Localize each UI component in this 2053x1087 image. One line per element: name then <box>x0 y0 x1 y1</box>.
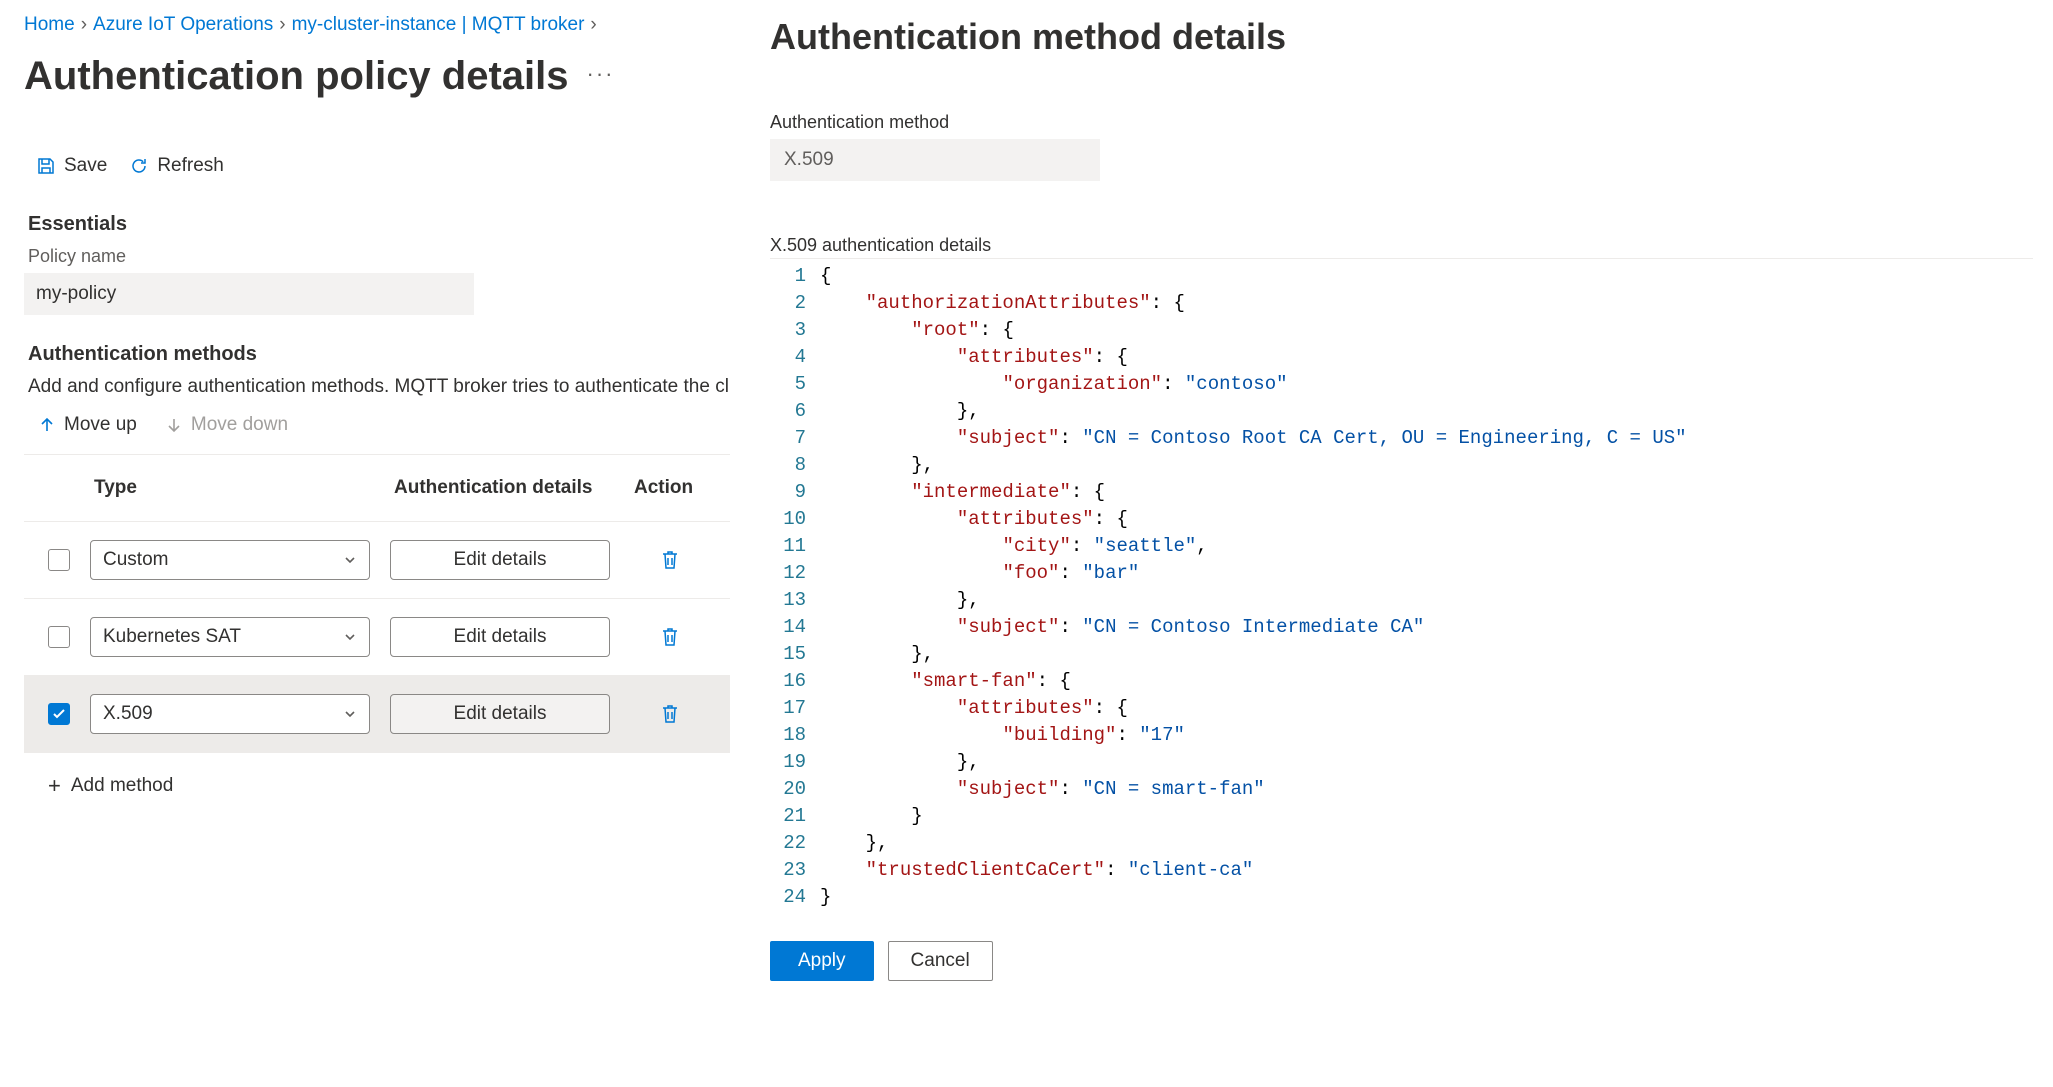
editor-code[interactable]: { "authorizationAttributes": { "root": {… <box>820 259 2033 915</box>
methods-table-body: Custom Edit details Kubernetes SAT Edit det… <box>24 522 730 753</box>
details-label: X.509 authentication details <box>770 235 2033 256</box>
edit-details-button[interactable]: Edit details <box>390 540 610 580</box>
right-pane: Authentication method details Authentica… <box>730 0 2053 1087</box>
essentials-heading: Essentials <box>28 213 730 236</box>
delete-button[interactable] <box>660 626 680 648</box>
row-checkbox[interactable] <box>48 549 70 571</box>
col-action: Action <box>634 477 714 499</box>
table-row[interactable]: Kubernetes SAT Edit details <box>24 599 730 676</box>
type-select[interactable]: Kubernetes SAT <box>90 617 370 657</box>
delete-button[interactable] <box>660 549 680 571</box>
chevron-right-icon: › <box>590 14 596 36</box>
arrow-up-icon <box>38 416 56 434</box>
move-down-button: Move down <box>165 414 288 436</box>
save-label: Save <box>64 155 107 177</box>
chevron-right-icon: › <box>279 14 285 36</box>
breadcrumb-broker[interactable]: my-cluster-instance | MQTT broker <box>292 14 585 36</box>
refresh-label: Refresh <box>157 155 224 177</box>
refresh-icon <box>129 156 149 176</box>
chevron-right-icon: › <box>81 14 87 36</box>
cancel-button[interactable]: Cancel <box>888 941 993 981</box>
methods-table-header: Type Authentication details Action <box>24 455 730 522</box>
type-value: X.509 <box>103 703 153 725</box>
breadcrumb: Home › Azure IoT Operations › my-cluster… <box>24 14 730 36</box>
type-select[interactable]: X.509 <box>90 694 370 734</box>
json-editor[interactable]: 123456789101112131415161718192021222324 … <box>770 258 2033 915</box>
table-row[interactable]: Custom Edit details <box>24 522 730 599</box>
chevron-down-icon <box>343 707 357 721</box>
method-label: Authentication method <box>770 112 2033 133</box>
table-row[interactable]: X.509 Edit details <box>24 676 730 753</box>
row-checkbox[interactable] <box>48 626 70 648</box>
editor-gutter: 123456789101112131415161718192021222324 <box>770 259 820 915</box>
col-type: Type <box>94 477 394 499</box>
chevron-down-icon <box>343 630 357 644</box>
move-down-label: Move down <box>191 414 288 436</box>
apply-button[interactable]: Apply <box>770 941 874 981</box>
plus-icon: + <box>48 773 61 799</box>
add-method-button[interactable]: + Add method <box>24 753 730 799</box>
command-bar: Save Refresh <box>24 145 730 193</box>
left-pane: Home › Azure IoT Operations › my-cluster… <box>0 0 730 1087</box>
more-icon[interactable]: ··· <box>587 61 615 93</box>
edit-details-button[interactable]: Edit details <box>390 694 610 734</box>
refresh-button[interactable]: Refresh <box>129 155 224 177</box>
save-button[interactable]: Save <box>36 155 107 177</box>
method-value: X.509 <box>770 139 1100 181</box>
reorder-toolbar: Move up Move down <box>24 400 730 455</box>
move-up-label: Move up <box>64 414 137 436</box>
type-value: Kubernetes SAT <box>103 626 241 648</box>
policy-name-label: Policy name <box>28 246 730 267</box>
page-title: Authentication policy details <box>24 54 569 99</box>
arrow-down-icon <box>165 416 183 434</box>
type-value: Custom <box>103 549 168 571</box>
add-method-label: Add method <box>71 775 173 797</box>
delete-button[interactable] <box>660 703 680 725</box>
save-icon <box>36 156 56 176</box>
row-checkbox[interactable] <box>48 703 70 725</box>
col-auth: Authentication details <box>394 477 634 499</box>
methods-heading: Authentication methods <box>28 343 730 366</box>
right-title: Authentication method details <box>770 16 2033 58</box>
breadcrumb-aio[interactable]: Azure IoT Operations <box>93 14 273 36</box>
methods-description: Add and configure authentication methods… <box>28 376 730 398</box>
footer-buttons: Apply Cancel <box>770 925 2033 981</box>
type-select[interactable]: Custom <box>90 540 370 580</box>
breadcrumb-home[interactable]: Home <box>24 14 75 36</box>
policy-name-value: my-policy <box>24 273 474 315</box>
edit-details-button[interactable]: Edit details <box>390 617 610 657</box>
chevron-down-icon <box>343 553 357 567</box>
move-up-button[interactable]: Move up <box>38 414 137 436</box>
